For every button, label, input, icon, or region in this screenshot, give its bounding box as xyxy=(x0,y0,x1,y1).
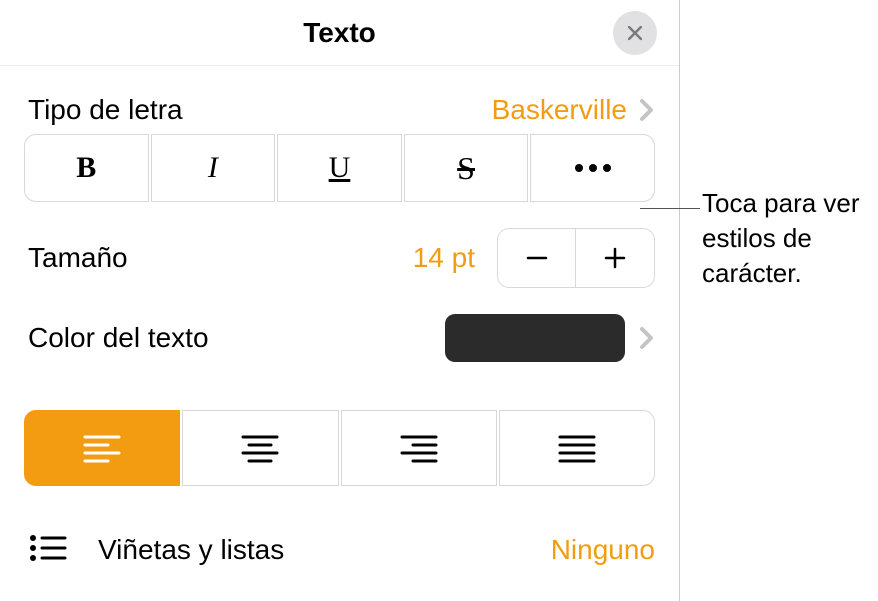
underline-button[interactable]: U xyxy=(277,134,402,202)
font-row[interactable]: Tipo de letra Baskerville xyxy=(0,66,679,134)
close-button[interactable] xyxy=(613,11,657,55)
bullets-row[interactable]: Viñetas y listas Ninguno xyxy=(0,504,679,567)
callout-text: Toca para ver estilos de carácter. xyxy=(702,186,872,291)
size-stepper xyxy=(497,228,655,288)
bullets-value: Ninguno xyxy=(551,534,655,566)
text-format-panel: Texto Tipo de letra Baskerville B I U S … xyxy=(0,0,680,601)
bold-button[interactable]: B xyxy=(24,134,149,202)
bullets-icon xyxy=(28,532,68,567)
text-color-row[interactable]: Color del texto xyxy=(0,306,679,382)
text-color-label: Color del texto xyxy=(28,322,209,354)
italic-button[interactable]: I xyxy=(151,134,276,202)
size-label: Tamaño xyxy=(28,242,128,274)
panel-title: Texto xyxy=(303,17,376,49)
align-left-icon xyxy=(82,433,122,463)
more-styles-button[interactable] xyxy=(530,134,655,202)
callout-connector xyxy=(640,208,700,209)
align-justify-icon xyxy=(557,433,597,463)
close-icon xyxy=(625,23,645,43)
panel-header: Texto xyxy=(0,0,679,66)
minus-icon xyxy=(523,244,551,272)
align-right-button[interactable] xyxy=(341,410,497,486)
font-value: Baskerville xyxy=(492,94,627,126)
text-style-group: B I U S xyxy=(0,134,679,220)
bullets-label: Viñetas y listas xyxy=(98,534,284,566)
align-center-button[interactable] xyxy=(182,410,338,486)
alignment-group xyxy=(0,392,679,504)
size-decrease-button[interactable] xyxy=(498,229,576,287)
size-increase-button[interactable] xyxy=(576,229,654,287)
chevron-right-icon xyxy=(639,97,655,123)
text-color-swatch[interactable] xyxy=(445,314,625,362)
align-right-icon xyxy=(399,433,439,463)
size-value: 14 pt xyxy=(413,242,475,274)
plus-icon xyxy=(601,244,629,272)
strikethrough-button[interactable]: S xyxy=(404,134,529,202)
align-left-button[interactable] xyxy=(24,410,180,486)
font-label: Tipo de letra xyxy=(28,94,183,126)
more-icon xyxy=(575,164,611,172)
align-justify-button[interactable] xyxy=(499,410,655,486)
chevron-right-icon xyxy=(639,325,655,351)
align-center-icon xyxy=(240,433,280,463)
size-row: Tamaño 14 pt xyxy=(0,220,679,306)
